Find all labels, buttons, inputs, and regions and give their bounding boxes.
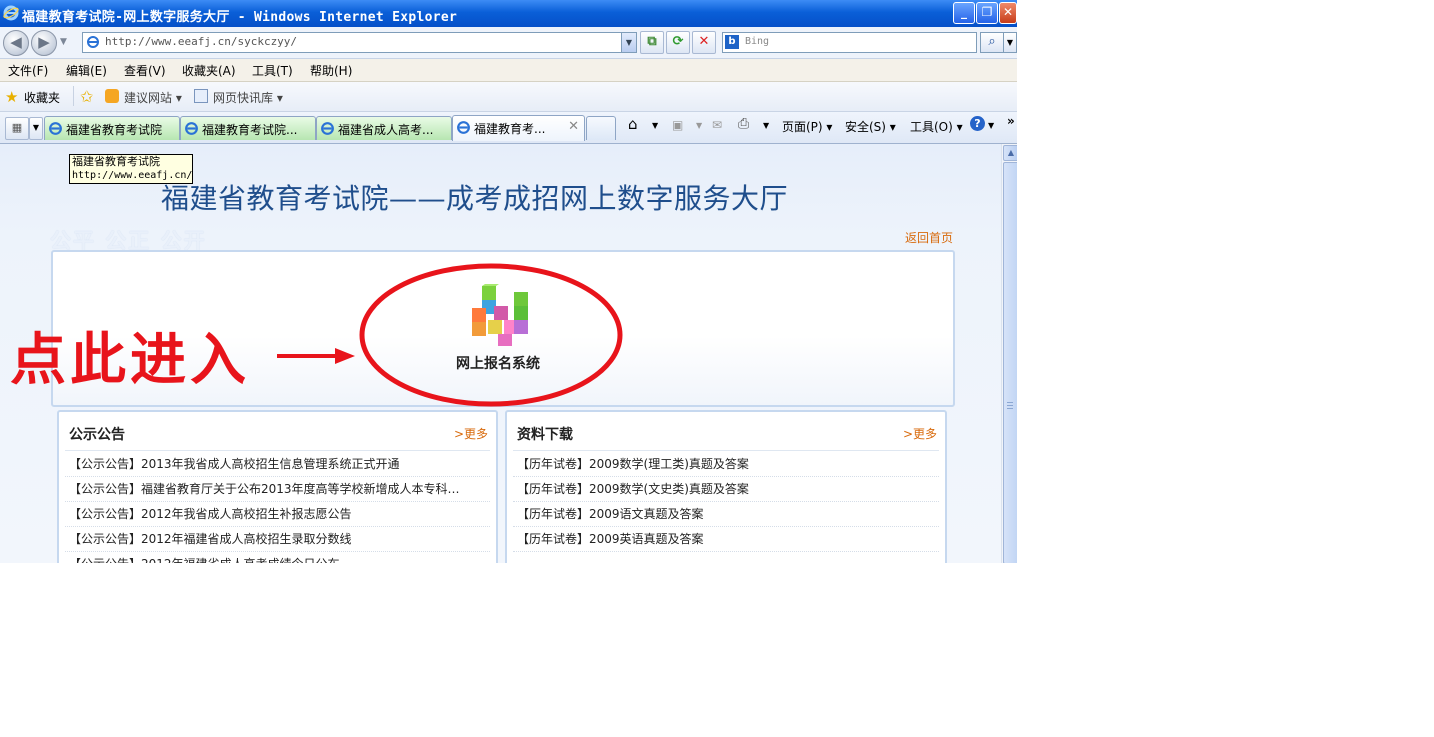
download-item[interactable]: 【历年试卷】2009语文真题及答案 <box>513 502 939 527</box>
more-commands-button[interactable]: » <box>1007 114 1015 128</box>
notices-heading: 公示公告 <box>69 427 125 443</box>
home-icon[interactable]: ⌂ <box>628 115 638 133</box>
search-placeholder: Bing <box>745 36 770 47</box>
refresh-button[interactable]: ⟳ <box>666 31 690 54</box>
window-title: 福建教育考试院-网上数字服务大厅 - Windows Internet Expl… <box>22 10 458 25</box>
site-title: 福建省教育考试院——成考成招网上数字服务大厅 <box>161 182 789 215</box>
url-text: http://www.eeafj.cn/syckczyy/ <box>105 35 298 48</box>
minimize-button[interactable]: _ <box>953 2 975 24</box>
scroll-thumb[interactable] <box>1003 162 1017 563</box>
notices-more-link[interactable]: >更多 <box>454 425 488 442</box>
download-item[interactable]: 【历年试卷】2009数学(理工类)真题及答案 <box>513 452 939 477</box>
suggested-sites-icon <box>105 89 119 103</box>
back-button[interactable]: ◀ <box>3 30 29 56</box>
compatibility-view-button[interactable]: ⧉ <box>640 31 664 54</box>
menu-view[interactable]: 查看(V) <box>124 62 166 79</box>
ie-page-icon <box>321 122 334 135</box>
tab-4-active[interactable]: 福建教育考... ✕ <box>452 115 585 141</box>
new-tab-button[interactable] <box>586 116 616 140</box>
menu-bar: 文件(F) 编辑(E) 查看(V) 收藏夹(A) 工具(T) 帮助(H) <box>0 59 1017 82</box>
web-slice-gallery-button[interactable]: 网页快讯库 ▾ <box>213 89 283 106</box>
print-icon[interactable]: ⎙ <box>738 116 749 132</box>
address-dropdown-icon[interactable]: ▼ <box>621 33 636 52</box>
tab-close-icon[interactable]: ✕ <box>568 119 579 134</box>
close-button[interactable]: ✕ <box>999 2 1017 24</box>
safety-menu-button[interactable]: 安全(S) ▾ <box>845 118 896 135</box>
restore-button[interactable]: ❐ <box>976 2 998 24</box>
menu-file[interactable]: 文件(F) <box>8 62 48 79</box>
print-dropdown-icon[interactable]: ▼ <box>763 121 769 130</box>
ie-page-icon <box>49 122 62 135</box>
tab-label: 福建省成人高考... <box>338 123 434 137</box>
notices-list: 【公示公告】2013年我省成人高校招生信息管理系统正式开通 【公示公告】福建省教… <box>65 452 490 563</box>
suggested-sites-button[interactable]: 建议网站 ▾ <box>124 89 182 106</box>
tab-label: 福建教育考... <box>474 122 546 136</box>
menu-tools[interactable]: 工具(T) <box>252 62 293 79</box>
help-icon[interactable]: ? <box>970 116 985 131</box>
ie-logo-icon <box>3 5 19 21</box>
ie-page-icon <box>185 122 198 135</box>
arrow-right-annotation <box>277 348 355 364</box>
tab-3[interactable]: 福建省成人高考... <box>316 116 452 140</box>
history-dropdown-icon[interactable]: ▼ <box>60 37 67 47</box>
menu-edit[interactable]: 编辑(E) <box>66 62 107 79</box>
notice-item[interactable]: 【公示公告】福建省教育厅关于公布2013年度高等学校新增成人本专科… <box>65 477 490 502</box>
scroll-grip-icon <box>1007 402 1013 410</box>
notices-panel: 公示公告 >更多 【公示公告】2013年我省成人高校招生信息管理系统正式开通 【… <box>57 410 498 563</box>
title-bar: 福建教育考试院-网上数字服务大厅 - Windows Internet Expl… <box>0 0 1017 27</box>
page-icon <box>87 36 99 48</box>
notice-item[interactable]: 【公示公告】2012年我省成人高校招生补报志愿公告 <box>65 502 490 527</box>
scroll-up-icon[interactable]: ▲ <box>1003 145 1017 161</box>
forward-button[interactable]: ▶ <box>31 30 57 56</box>
downloads-list: 【历年试卷】2009数学(理工类)真题及答案 【历年试卷】2009数学(文史类)… <box>513 452 939 552</box>
web-slice-icon <box>194 89 208 103</box>
enter-here-annotation: 点此进入 <box>10 328 250 393</box>
favorites-button[interactable]: 收藏夹 <box>24 89 60 106</box>
download-item[interactable]: 【历年试卷】2009数学(文史类)真题及答案 <box>513 477 939 502</box>
downloads-more-link[interactable]: >更多 <box>903 425 937 442</box>
downloads-heading: 资料下载 <box>517 427 573 443</box>
menu-favorites[interactable]: 收藏夹(A) <box>182 62 236 79</box>
menu-help[interactable]: 帮助(H) <box>310 62 352 79</box>
downloads-panel: 资料下载 >更多 【历年试卷】2009数学(理工类)真题及答案 【历年试卷】20… <box>505 410 947 563</box>
search-icon[interactable]: ⌕ <box>980 32 1004 53</box>
tab-label: 福建教育考试院... <box>202 123 298 137</box>
download-item[interactable]: 【历年试卷】2009英语真题及答案 <box>513 527 939 552</box>
add-favorite-icon[interactable]: ✩ <box>80 87 93 106</box>
notice-item[interactable]: 【公示公告】2012年福建省成人高考成绩今日公布 <box>65 552 490 563</box>
bing-logo-icon: b <box>725 35 739 49</box>
vertical-scrollbar[interactable]: ▲ <box>1001 144 1017 563</box>
separator <box>73 86 74 106</box>
red-circle-annotation <box>359 263 623 407</box>
browser-window: 福建教育考试院-网上数字服务大厅 - Windows Internet Expl… <box>0 0 1017 563</box>
tools-menu-button[interactable]: 工具(O) ▾ <box>910 118 963 135</box>
star-icon: ★ <box>5 88 19 106</box>
feeds-icon[interactable]: ▣ <box>672 118 683 132</box>
tab-list-icon[interactable]: ▼ <box>29 117 43 140</box>
search-options-icon[interactable]: ▼ <box>1003 32 1017 53</box>
notice-item[interactable]: 【公示公告】2013年我省成人高校招生信息管理系统正式开通 <box>65 452 490 477</box>
help-dropdown-icon[interactable]: ▼ <box>988 121 994 130</box>
tab-label: 福建省教育考试院 <box>66 123 163 137</box>
page-viewport: 福建省教育考试院 http://www.eeafj.cn/ 福建省教育考试院——… <box>0 144 1001 563</box>
tab-2[interactable]: 福建教育考试院... <box>180 116 316 140</box>
quick-tabs-icon[interactable]: ▦ <box>5 117 29 140</box>
address-input[interactable]: http://www.eeafj.cn/syckczyy/ ▼ <box>82 32 637 53</box>
feeds-dropdown-icon[interactable]: ▼ <box>696 121 702 130</box>
tab-1[interactable]: 福建省教育考试院 <box>44 116 180 140</box>
home-dropdown-icon[interactable]: ▼ <box>652 121 658 130</box>
back-home-link[interactable]: 返回首页 <box>905 229 953 246</box>
favorites-bar: ★ 收藏夹 ✩ 建议网站 ▾ 网页快讯库 ▾ <box>0 82 1017 112</box>
page-menu-button[interactable]: 页面(P) ▾ <box>782 118 832 135</box>
search-input[interactable]: b Bing <box>722 32 977 53</box>
mail-icon[interactable]: ✉ <box>712 118 722 132</box>
divider <box>65 450 490 451</box>
address-toolbar: ◀ ▶ ▼ http://www.eeafj.cn/syckczyy/ ▼ ⧉ … <box>0 27 1017 59</box>
divider <box>513 450 939 451</box>
stop-button[interactable]: ✕ <box>692 31 716 54</box>
notice-item[interactable]: 【公示公告】2012年福建省成人高校招生录取分数线 <box>65 527 490 552</box>
tooltip-title: 福建省教育考试院 <box>72 155 160 168</box>
ie-page-icon <box>457 121 470 134</box>
tab-bar: ▦ ▼ 福建省教育考试院 福建教育考试院... 福建省成人高考... 福建教育考… <box>0 112 1017 144</box>
